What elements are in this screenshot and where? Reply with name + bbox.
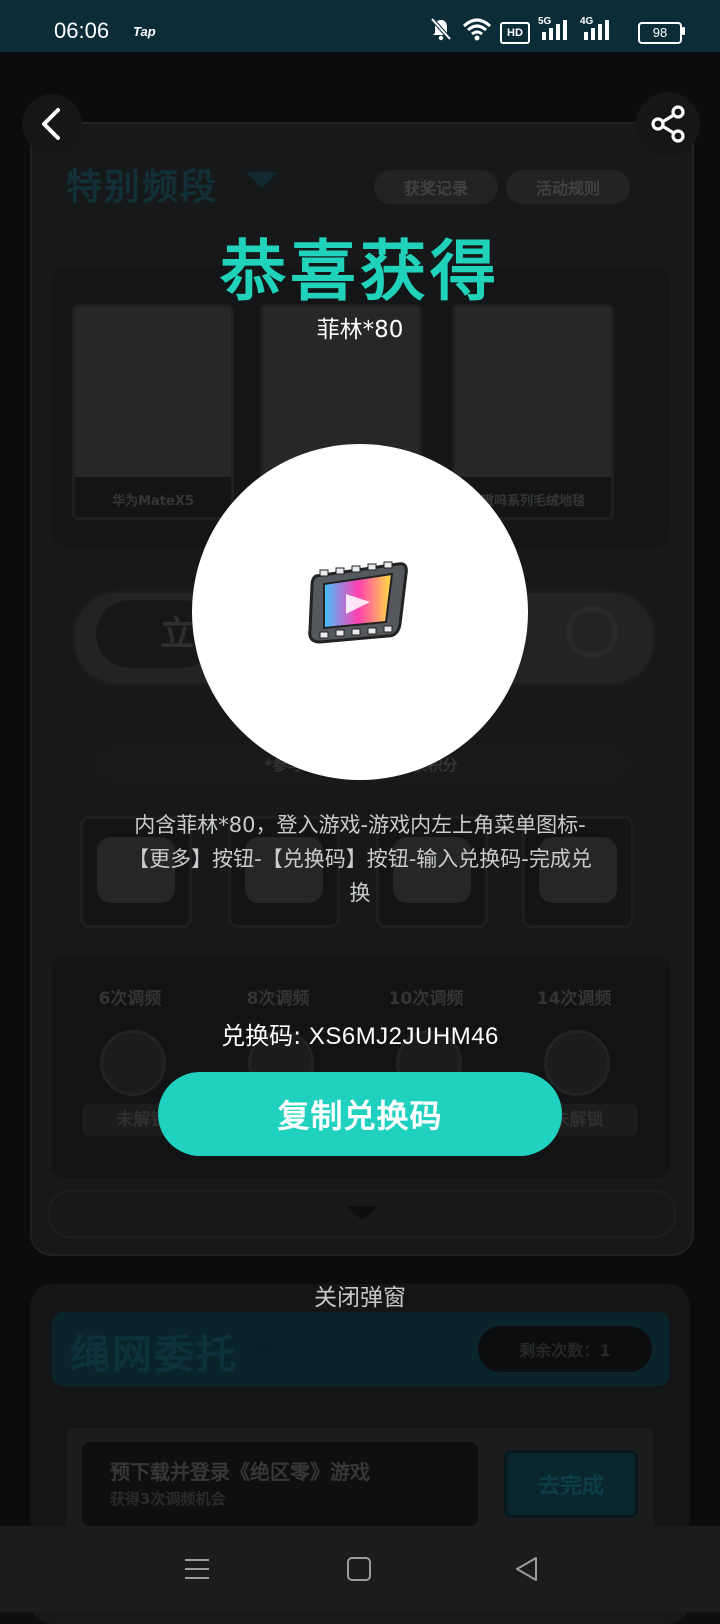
signal-5g-icon [542,20,567,40]
battery-icon: 98 [638,22,682,44]
chevron-left-icon [42,108,60,140]
tap-app-icon: Tap [133,24,156,39]
redeem-code-line: 兑换码: XS6MJ2JUHM46 [0,1016,720,1051]
home-icon[interactable] [344,1554,374,1584]
close-modal-link[interactable]: 关闭弹窗 [0,1278,720,1312]
share-icon [651,105,685,143]
status-bar: 06:06 Tap HD 5G 4G 98 [0,0,720,56]
share-button[interactable] [636,92,700,156]
prize-image [192,444,528,780]
wifi-icon [462,18,492,41]
mute-bell-icon [430,17,452,41]
back-nav-icon[interactable] [512,1554,542,1584]
back-button[interactable] [22,94,82,154]
hd-icon: HD [500,22,530,44]
battery-nub [682,27,685,35]
prize-name: 菲林*80 [316,317,404,343]
film-reel-icon [308,561,408,644]
redeem-instructions: 内含菲林*80，登入游戏-游戏内左上角菜单图标-【更多】按钮-【兑换码】按钮-输… [128,813,592,905]
signal-4g-icon [584,20,609,40]
redeem-code-value[interactable]: XS6MJ2JUHM46 [309,1023,499,1050]
copy-code-button[interactable]: 复制兑换码 [158,1072,562,1156]
modal-title: 恭喜获得 [220,233,500,310]
status-time: 06:06 [54,18,110,43]
redeem-code-label: 兑换码: [221,1022,309,1050]
menu-icon[interactable] [182,1554,212,1584]
